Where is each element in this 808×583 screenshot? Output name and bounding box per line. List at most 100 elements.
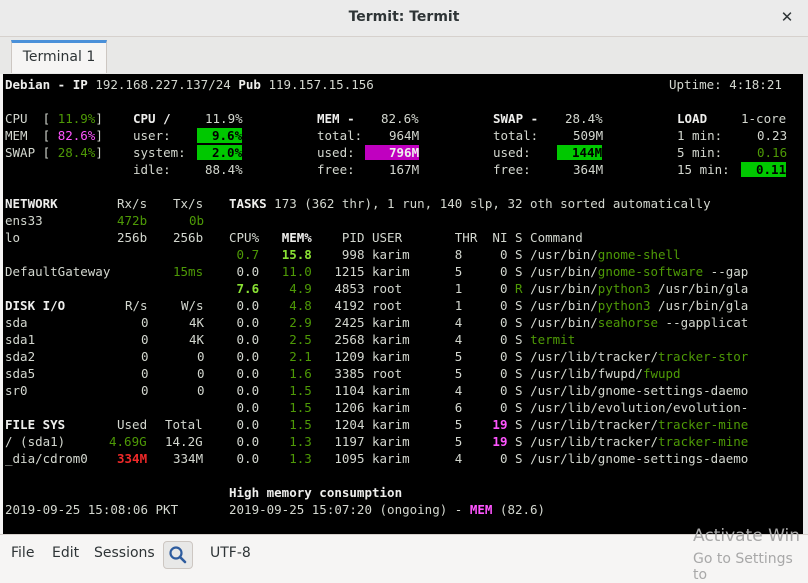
- disk-row-name: sr0: [5, 383, 28, 398]
- mem-free-value: 167M: [389, 162, 420, 177]
- load-5-value: 0.16: [757, 145, 788, 160]
- process-row[interactable]: 0.0 1.6 3385 root 5 0 S /usr/lib/fwupd/f…: [229, 365, 681, 382]
- network-if-ens33: ens33: [5, 213, 43, 228]
- mem-used-label: used:: [317, 145, 355, 160]
- close-icon[interactable]: ✕: [777, 7, 797, 27]
- encoding-label[interactable]: UTF-8: [210, 545, 251, 561]
- fs-cdrom-used: 334M: [117, 451, 148, 466]
- cpu-summary: CPU [ 11.9%]: [5, 111, 103, 126]
- load-5-label: 5 min:: [677, 145, 723, 160]
- swap-used-label: used:: [493, 145, 531, 160]
- network-rx-lo: 256b: [117, 230, 148, 245]
- process-row[interactable]: 0.0 2.9 2425 karim 4 0 S /usr/bin/seahor…: [229, 314, 749, 331]
- cpu-idle-label: idle:: [133, 162, 171, 177]
- network-rx-ens33: 472b: [117, 213, 148, 228]
- fs-cdrom-total: 334M: [173, 451, 204, 466]
- process-row[interactable]: 0.0 11.0 1215 karim 5 0 S /usr/bin/gnome…: [229, 263, 749, 280]
- process-row[interactable]: 0.0 1.3 1095 karim 4 0 S /usr/lib/gnome-…: [229, 450, 749, 467]
- load-15-value: 0.11: [741, 161, 787, 178]
- uptime: Uptime: 4:18:21: [669, 77, 782, 92]
- tab-terminal-1[interactable]: Terminal 1: [11, 40, 107, 73]
- cpu-user-value: 9.6%: [197, 127, 243, 144]
- disk-row-name: sda2: [5, 349, 36, 364]
- load-cores: 1-core: [741, 111, 787, 126]
- swap-free-label: free:: [493, 162, 531, 177]
- pub-ip-value: 119.157.15.156: [268, 77, 374, 92]
- disk-row-write: 0: [197, 349, 205, 364]
- disk-r-header: R/s: [125, 298, 148, 313]
- mem-total-value: 964M: [389, 128, 420, 143]
- menu-file[interactable]: File: [11, 545, 34, 561]
- mem-total-label: total:: [317, 128, 363, 143]
- fs-sda1-total: 14.2G: [165, 434, 203, 449]
- ip-value: 192.168.227.137/24: [95, 77, 231, 92]
- fs-cdrom-name: _dia/cdrom0: [5, 451, 88, 466]
- search-button[interactable]: [163, 541, 193, 569]
- pub-label: Pub: [238, 77, 261, 92]
- mem-free-label: free:: [317, 162, 355, 177]
- process-row[interactable]: 0.0 1.5 1204 karim 5 19 S /usr/lib/track…: [229, 416, 749, 433]
- swap-total-label: total:: [493, 128, 539, 143]
- tasks-summary: TASKS 173 (362 thr), 1 run, 140 slp, 32 …: [229, 196, 711, 211]
- disk-row-name: sda5: [5, 366, 36, 381]
- disk-row-read: 0: [141, 366, 149, 381]
- disk-row-read: 0: [141, 349, 149, 364]
- cpu-system-label: system:: [133, 145, 186, 160]
- process-row[interactable]: 0.7 15.8 998 karim 8 0 S /usr/bin/gnome-…: [229, 246, 681, 263]
- fs-sda1-name: / (sda1): [5, 434, 66, 449]
- activation-watermark: Activate Win: [693, 526, 801, 546]
- network-tx-ens33: 0b: [189, 213, 205, 228]
- menu-bar: File Edit Sessions UTF-8 Activate Win Go…: [0, 526, 808, 583]
- mem-summary: MEM [ 82.6%]: [5, 128, 103, 143]
- disk-row-read: 0: [141, 383, 149, 398]
- terminal-view[interactable]: Debian - IP 192.168.227.137/24 Pub 119.1…: [3, 74, 803, 534]
- disk-row-name: sda1: [5, 332, 36, 347]
- title-bar: Termit: Termit ✕: [0, 0, 808, 37]
- menu-edit[interactable]: Edit: [52, 545, 79, 561]
- disk-row-write: 4K: [189, 315, 205, 330]
- swap-total-pct: 28.4%: [565, 111, 603, 126]
- activation-watermark-sub: Go to Settings to: [693, 551, 793, 583]
- alert-line: 2019-09-25 15:07:20 (ongoing) - MEM (82.…: [229, 502, 546, 517]
- cpu-user-label: user:: [133, 128, 171, 143]
- process-row[interactable]: 7.6 4.9 4853 root 1 0 R /usr/bin/python3…: [229, 280, 749, 297]
- process-row[interactable]: 0.0 4.8 4192 root 1 0 S /usr/bin/python3…: [229, 297, 749, 314]
- process-row[interactable]: 0.0 1.5 1104 karim 4 0 S /usr/lib/gnome-…: [229, 382, 749, 399]
- swap-total-value: 509M: [573, 128, 604, 143]
- network-tx-lo: 256b: [173, 230, 204, 245]
- process-row[interactable]: 0.0 2.5 2568 karim 4 0 S termit: [229, 331, 576, 348]
- fs-sda1-used: 4.69G: [109, 434, 147, 449]
- disk-row-write: 0: [197, 383, 205, 398]
- swap-title: SWAP -: [493, 111, 539, 126]
- fs-header: FILE SYS: [5, 417, 66, 432]
- cpu-total: 11.9%: [205, 111, 243, 126]
- process-row[interactable]: 0.0 1.3 1197 karim 5 19 S /usr/lib/track…: [229, 433, 749, 450]
- process-header: CPU% MEM% PID USER THR NI S Command: [229, 230, 583, 245]
- fs-total-header: Total: [165, 417, 203, 432]
- clock: 2019-09-25 15:08:06 PKT: [5, 502, 179, 517]
- disk-row-read: 0: [141, 332, 149, 347]
- network-rx-header: Rx/s: [117, 196, 148, 211]
- process-row[interactable]: 0.0 2.1 1209 karim 5 0 S /usr/lib/tracke…: [229, 348, 749, 365]
- disk-w-header: W/s: [181, 298, 204, 313]
- network-if-lo: lo: [5, 230, 21, 245]
- disk-row-write: 4K: [189, 332, 205, 347]
- mem-used-value: 796M: [365, 144, 420, 161]
- terminal-scrollbar[interactable]: [803, 74, 808, 534]
- load-title: LOAD: [677, 111, 708, 126]
- menu-sessions[interactable]: Sessions: [94, 545, 155, 561]
- swap-used-value: 144M: [557, 144, 603, 161]
- search-icon: [169, 546, 187, 564]
- window-title: Termit: Termit: [348, 9, 460, 25]
- disk-row-write: 0: [197, 366, 205, 381]
- cpu-title: CPU /: [133, 111, 171, 126]
- cpu-system-value: 2.0%: [197, 144, 243, 161]
- host-label: Debian - IP: [5, 77, 88, 92]
- fs-used-header: Used: [117, 417, 148, 432]
- process-row[interactable]: 0.0 1.5 1206 karim 6 0 S /usr/lib/evolut…: [229, 399, 749, 416]
- disk-row-read: 0: [141, 315, 149, 330]
- network-tx-header: Tx/s: [173, 196, 204, 211]
- cpu-idle-value: 88.4%: [205, 162, 243, 177]
- load-1-value: 0.23: [757, 128, 788, 143]
- swap-free-value: 364M: [573, 162, 604, 177]
